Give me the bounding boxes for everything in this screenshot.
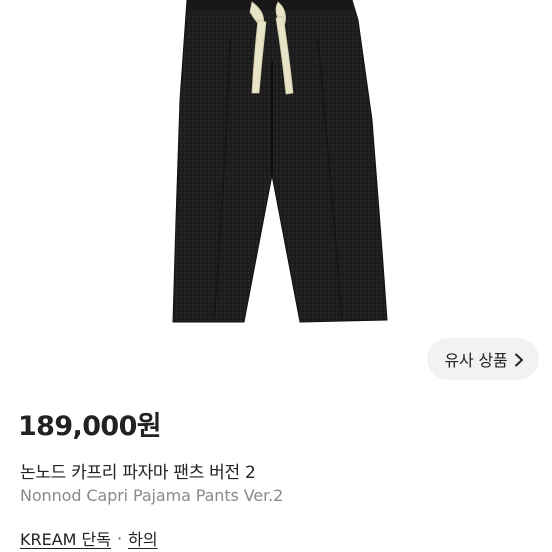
product-image[interactable]	[0, 0, 552, 395]
product-tags: KREAM 단독 · 하의	[20, 526, 158, 550]
tag-category-bottoms[interactable]: 하의	[128, 526, 157, 550]
chevron-right-icon	[513, 352, 525, 367]
product-detail-page: 유사 상품 189,000원 논노드 카프리 파자마 팬츠 버전 2 Nonno…	[0, 0, 552, 552]
tag-separator: ·	[117, 528, 123, 548]
tag-kream-exclusive[interactable]: KREAM 단독	[20, 526, 111, 550]
product-name-korean: 논노드 카프리 파자마 팬츠 버전 2	[20, 463, 256, 483]
similar-products-button[interactable]: 유사 상품	[427, 338, 539, 380]
product-name-english: Nonnod Capri Pajama Pants Ver.2	[20, 486, 284, 505]
similar-products-label: 유사 상품	[444, 351, 508, 370]
product-price: 189,000원	[18, 411, 162, 442]
pants-illustration	[172, 0, 388, 323]
